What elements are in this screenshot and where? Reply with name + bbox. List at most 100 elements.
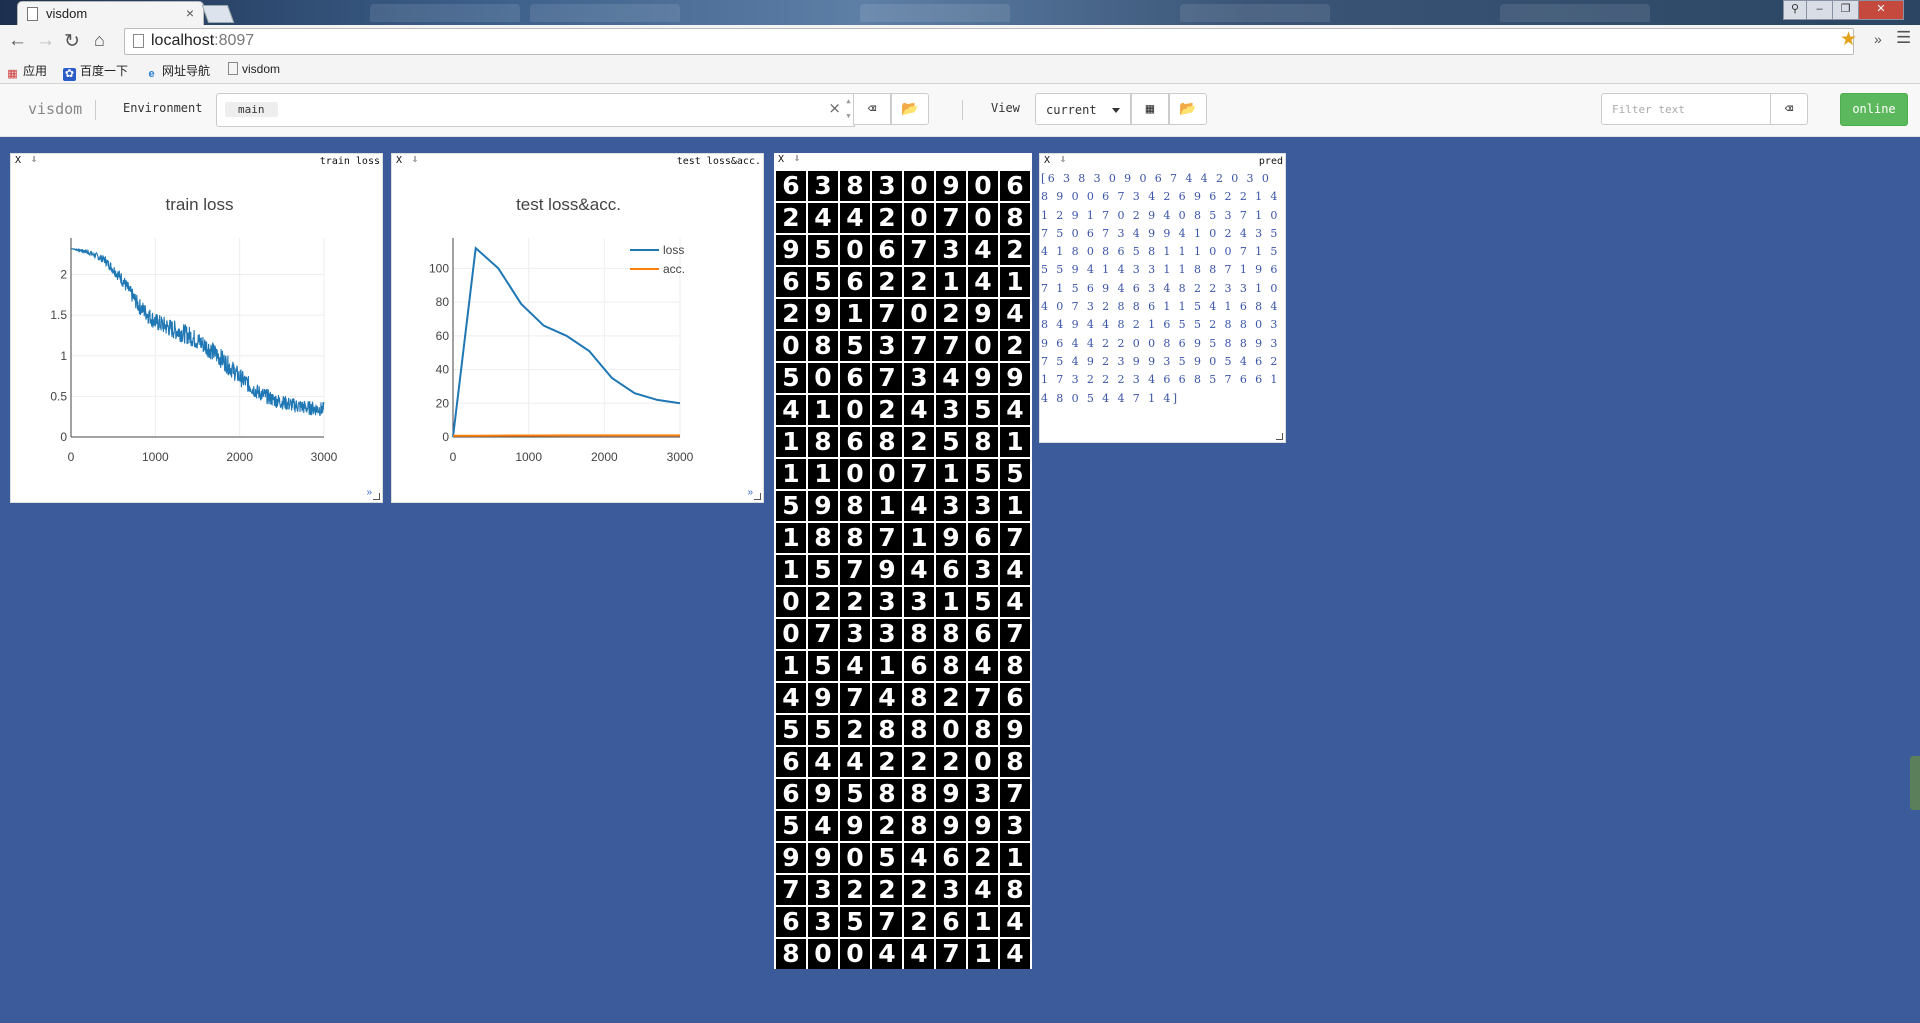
bookmark-nav[interactable]: e 网址导航 — [145, 62, 210, 81]
series-line-loss — [452, 246, 681, 438]
digit-thumbnail: 8 — [840, 491, 870, 521]
home-icon[interactable]: ⌂ — [94, 30, 105, 51]
digit-thumbnail: 4 — [968, 875, 998, 905]
digit-thumbnail: 4 — [776, 395, 806, 425]
test-loss-acc-chart[interactable]: test loss&acc. 0 1000 2000 3000 0 20 40 60 80 100 l… — [392, 168, 763, 498]
pane-titlebar[interactable]: X ⇩ — [774, 153, 1032, 167]
new-tab-button[interactable] — [201, 5, 235, 23]
digit-thumbnail: 5 — [840, 907, 870, 937]
digit-thumbnail: 6 — [936, 555, 966, 585]
resize-handle-icon[interactable] — [1276, 433, 1283, 440]
download-icon[interactable]: ⇩ — [794, 153, 800, 164]
y-tick-label: 2 — [60, 268, 67, 282]
expand-icon[interactable]: » — [747, 487, 753, 498]
environment-select[interactable]: main × ▲ ▼ — [216, 93, 855, 127]
digit-thumbnail: 3 — [936, 875, 966, 905]
digit-thumbnail: 4 — [1000, 939, 1030, 969]
close-pane-icon[interactable]: X — [1044, 155, 1050, 166]
browser-tab-active[interactable]: visdom × — [17, 1, 204, 26]
connection-status-button[interactable]: online — [1840, 93, 1908, 126]
pane-titlebar[interactable]: X ⇩ test loss&acc. — [392, 154, 763, 168]
restore-icon[interactable]: ❐ — [1832, 0, 1859, 20]
background-tab[interactable] — [1500, 4, 1650, 22]
grid-icon: ▦ — [1145, 101, 1155, 117]
expand-icon[interactable]: » — [366, 487, 372, 498]
close-pane-icon[interactable]: X — [778, 154, 784, 165]
digit-thumbnail: 0 — [776, 587, 806, 617]
digit-thumbnail: 3 — [936, 491, 966, 521]
bookmark-visdom[interactable]: visdom — [228, 62, 280, 76]
background-tab[interactable] — [860, 4, 1010, 22]
page-icon — [228, 62, 238, 75]
filter-text-input[interactable] — [1601, 93, 1771, 125]
view-select[interactable]: current — [1035, 93, 1131, 125]
digit-thumbnail: 1 — [936, 587, 966, 617]
download-icon[interactable]: ⇩ — [412, 154, 418, 165]
background-tab[interactable] — [530, 4, 680, 22]
side-scroll-handle[interactable] — [1910, 756, 1920, 810]
address-bar[interactable]: localhost:8097 — [124, 28, 1854, 55]
resize-handle-icon[interactable] — [754, 493, 761, 500]
user-icon[interactable]: ⚲ — [1783, 0, 1807, 20]
digit-thumbnail: 7 — [1000, 523, 1030, 553]
environment-tag[interactable]: main — [225, 102, 278, 117]
minimize-icon[interactable]: – — [1806, 0, 1833, 20]
manage-views-button[interactable]: 📂 — [1169, 93, 1207, 125]
digit-thumbnail: 2 — [904, 907, 934, 937]
digit-thumbnail: 5 — [968, 395, 998, 425]
tab-close-icon[interactable]: × — [186, 5, 194, 21]
visdom-navbar: visdom Environment main × ▲ ▼ ⌫ 📂 View cu… — [0, 84, 1920, 137]
window-close-icon[interactable]: ✕ — [1858, 0, 1904, 20]
digit-thumbnail: 0 — [840, 939, 870, 969]
y-tick-label: 40 — [436, 363, 450, 377]
digit-thumbnail: 6 — [936, 907, 966, 937]
y-tick-label: 100 — [429, 261, 449, 275]
close-pane-icon[interactable]: X — [396, 155, 402, 166]
pane-images[interactable]: X ⇩ 638309062442070895067342656221412917… — [774, 153, 1032, 969]
menu-icon[interactable]: ☰ — [1896, 28, 1911, 48]
digit-thumbnail: 6 — [1000, 683, 1030, 713]
bookmark-baidu[interactable]: ✿ 百度一下 — [63, 62, 128, 81]
clear-environment-icon[interactable]: × — [828, 99, 841, 117]
clear-filter-button[interactable]: ⌫ — [1770, 93, 1808, 125]
resize-handle-icon[interactable] — [373, 493, 380, 500]
digit-thumbnail: 0 — [776, 331, 806, 361]
digit-thumbnail: 3 — [904, 363, 934, 393]
digit-thumbnail: 1 — [776, 651, 806, 681]
digit-thumbnail: 1 — [904, 523, 934, 553]
extensions-chevron-icon[interactable]: » — [1874, 31, 1882, 47]
back-icon[interactable]: ← — [8, 30, 27, 52]
digit-thumbnail: 3 — [968, 491, 998, 521]
digit-thumbnail: 0 — [936, 715, 966, 745]
reload-icon[interactable]: ↻ — [64, 30, 80, 53]
digit-thumbnail: 0 — [840, 395, 870, 425]
repack-view-button[interactable]: ▦ — [1131, 93, 1169, 125]
train-loss-chart[interactable]: train loss 0 1000 2000 3000 0 0.5 1 1.5 2 — [11, 168, 382, 498]
pane-train-loss[interactable]: X ⇩ train loss train loss 0 1000 2000 3000 0 0… — [10, 153, 383, 503]
background-tab[interactable] — [1180, 4, 1330, 22]
pane-titlebar[interactable]: X ⇩ pred — [1040, 154, 1285, 168]
close-pane-icon[interactable]: X — [15, 155, 21, 166]
digit-thumbnail: 4 — [1000, 907, 1030, 937]
digit-thumbnail: 6 — [776, 747, 806, 777]
pane-pred[interactable]: X ⇩ pred [6 3 8 3 0 9 0 6 7 4 4 2 0 3 0 … — [1039, 153, 1286, 443]
brand-logo[interactable]: visdom — [28, 100, 82, 118]
pane-titlebar[interactable]: X ⇩ train loss — [11, 154, 382, 168]
digit-thumbnail: 3 — [872, 331, 902, 361]
folder-open-icon: 📂 — [901, 101, 919, 117]
pane-test-loss-acc[interactable]: X ⇩ test loss&acc. test loss&acc. 0 1000 20… — [391, 153, 764, 503]
bookmark-star-icon[interactable]: ★ — [1840, 28, 1857, 51]
digit-thumbnail: 2 — [872, 875, 902, 905]
clear-env-button[interactable]: ⌫ — [853, 93, 891, 125]
forward-icon[interactable]: → — [36, 30, 55, 52]
download-icon[interactable]: ⇩ — [31, 154, 37, 165]
background-tab[interactable] — [370, 4, 520, 22]
digit-thumbnail: 6 — [968, 523, 998, 553]
digit-thumbnail: 6 — [872, 235, 902, 265]
manage-env-button[interactable]: 📂 — [891, 93, 929, 125]
bookmark-apps[interactable]: ▦ 应用 — [6, 62, 47, 81]
digit-thumbnail: 4 — [808, 811, 838, 841]
prediction-text: [6 3 8 3 0 9 0 6 7 4 4 2 0 3 0 8 9 0 0 6… — [1041, 172, 1280, 405]
download-icon[interactable]: ⇩ — [1060, 154, 1066, 165]
digit-thumbnail: 7 — [872, 299, 902, 329]
